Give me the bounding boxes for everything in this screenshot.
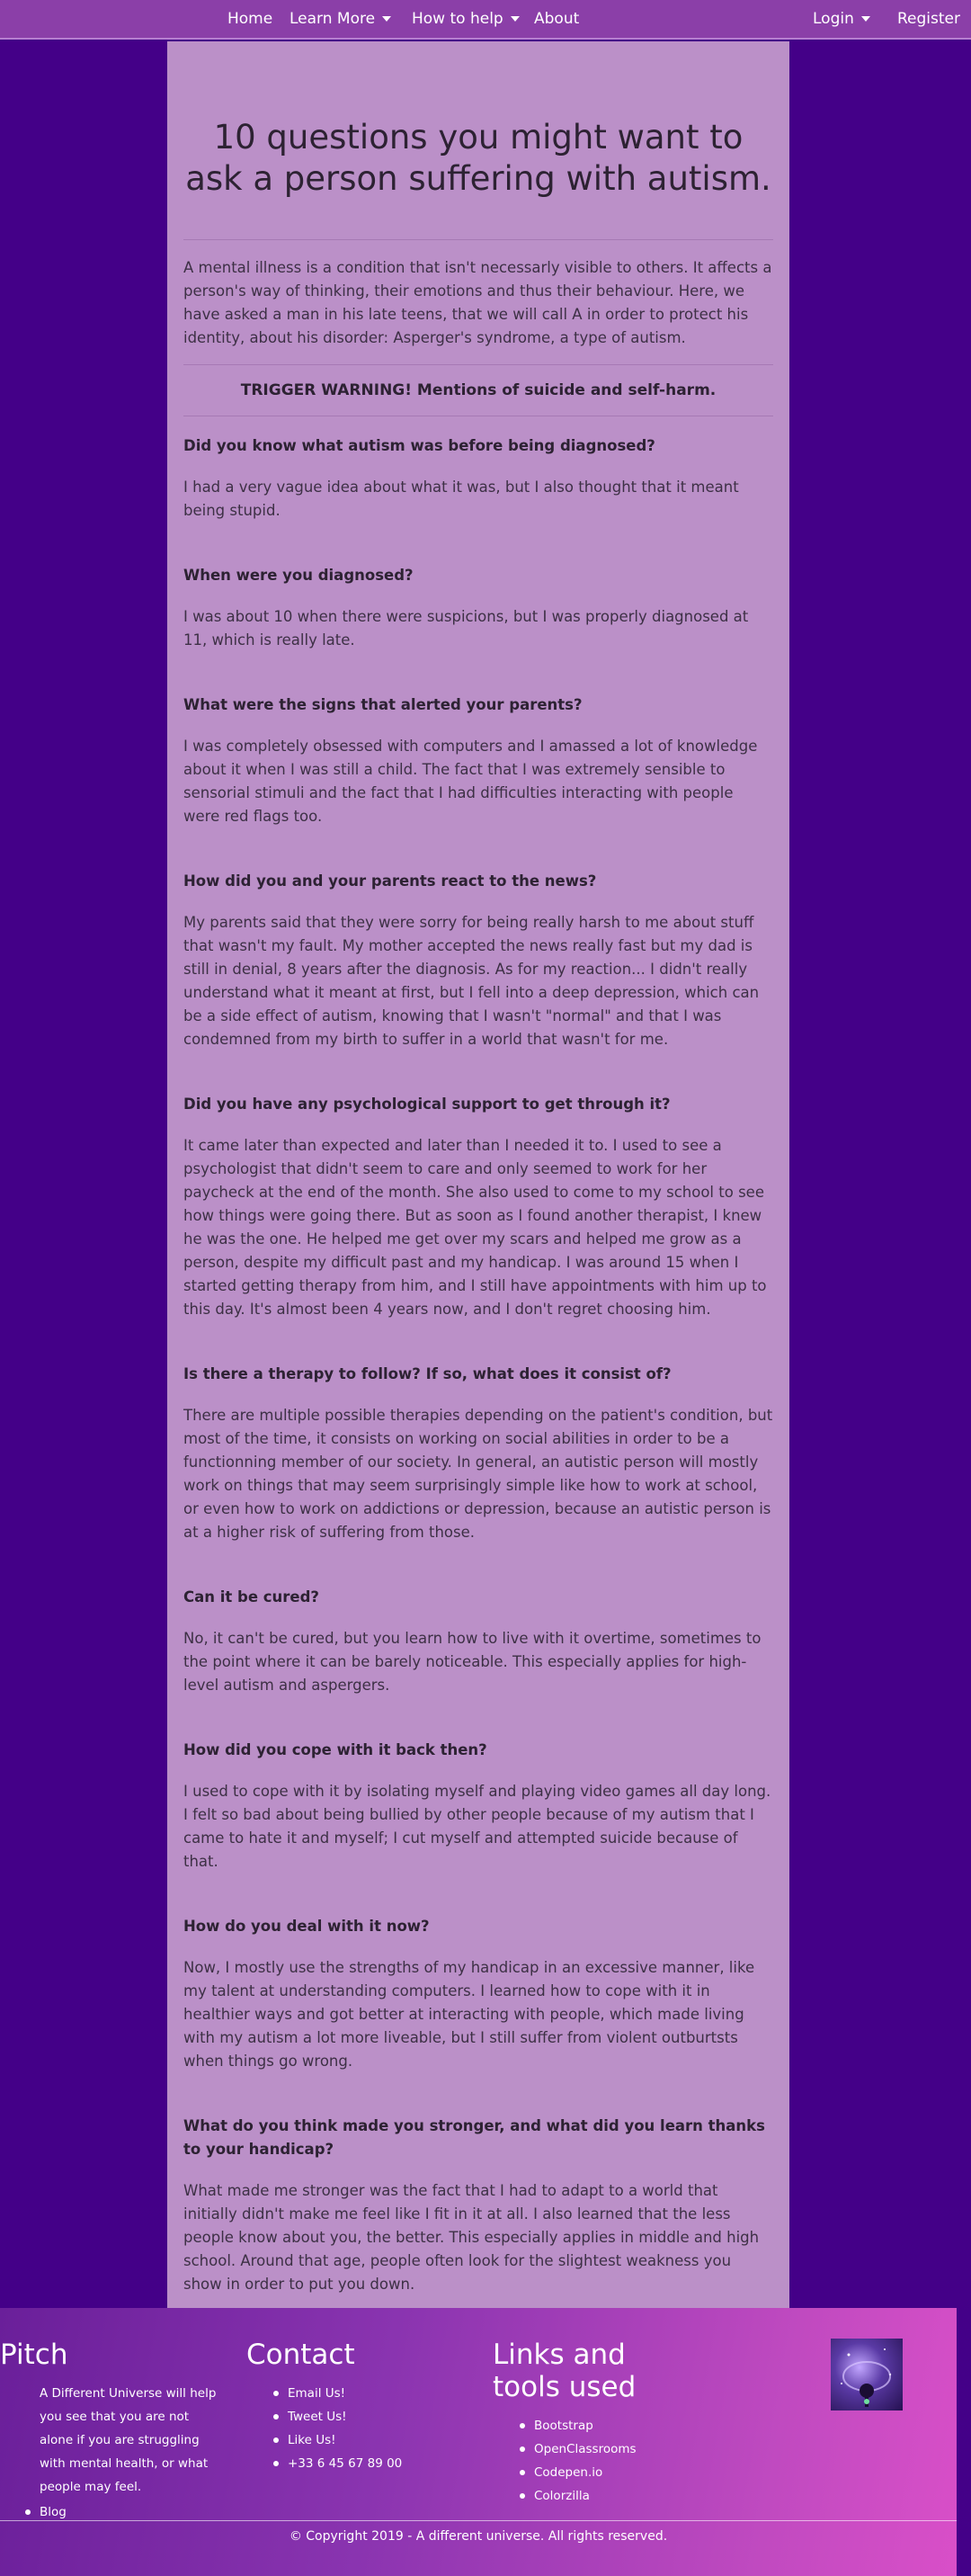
qa-item: Did you have any psychological support t… bbox=[183, 1093, 773, 1321]
galaxy-icon bbox=[841, 2348, 892, 2407]
footer-pitch-column: Pitch A Different Universe will help you… bbox=[0, 2339, 225, 2524]
divider bbox=[183, 364, 773, 365]
nav-login-label: Login bbox=[813, 10, 854, 28]
qa-answer: My parents said that they were sorry for… bbox=[183, 914, 760, 1048]
qa-item: Can it be cured? No, it can't be cured, b… bbox=[183, 1586, 773, 1697]
qa-answer: No, it can't be cured, but you learn how… bbox=[183, 1630, 762, 1694]
qa-question: Can it be cured? bbox=[183, 1588, 320, 1606]
universe-logo-image bbox=[831, 2339, 903, 2411]
qa-list: Did you know what autism was before bein… bbox=[183, 434, 773, 2296]
qa-item: Did you know what autism was before bein… bbox=[183, 434, 773, 523]
trigger-warning: TRIGGER WARNING! Mentions of suicide and… bbox=[240, 381, 717, 399]
qa-answer: What made me stronger was the fact that … bbox=[183, 2182, 760, 2293]
footer-link-item[interactable]: Bootstrap bbox=[520, 2414, 699, 2437]
nav-about-link[interactable]: About bbox=[534, 0, 579, 38]
qa-item: What were the signs that alerted your pa… bbox=[183, 693, 773, 828]
qa-answer: It came later than expected and later th… bbox=[183, 1137, 767, 1318]
copyright-text: © Copyright 2019 - A different universe.… bbox=[289, 2529, 668, 2544]
qa-question: When were you diagnosed? bbox=[183, 567, 414, 584]
qa-answer: I was completely obsessed with computers… bbox=[183, 738, 758, 825]
qa-question: How did you cope with it back then? bbox=[183, 1741, 487, 1758]
qa-answer: Now, I mostly use the strengths of my ha… bbox=[183, 1959, 755, 2070]
article-title: 10 questions you might want to ask a per… bbox=[185, 118, 771, 198]
nav-home-link[interactable]: Home bbox=[227, 0, 272, 38]
footer-contact-item[interactable]: +33 6 45 67 89 00 bbox=[273, 2452, 471, 2475]
qa-question: How do you deal with it now? bbox=[183, 1918, 430, 1935]
footer-contact-item[interactable]: Email Us! bbox=[273, 2382, 471, 2405]
qa-item: How did you and your parents react to th… bbox=[183, 870, 773, 1051]
qa-answer: There are multiple possible therapies de… bbox=[183, 1407, 773, 1541]
caret-down-icon bbox=[382, 16, 392, 22]
nav-register-link[interactable]: Register bbox=[897, 0, 960, 38]
qa-item: How did you cope with it back then? I use… bbox=[183, 1739, 773, 1874]
qa-question: How did you and your parents react to th… bbox=[183, 872, 597, 890]
qa-item: How do you deal with it now? Now, I mostl… bbox=[183, 1915, 773, 2073]
nav-how-to-help-dropdown[interactable]: How to help bbox=[412, 0, 520, 38]
footer-links-title: Links and tools used bbox=[493, 2339, 637, 2403]
qa-item: When were you diagnosed? I was about 10 w… bbox=[183, 564, 773, 652]
qa-answer: I had a very vague idea about what it wa… bbox=[183, 479, 739, 519]
caret-down-icon bbox=[510, 16, 520, 22]
qa-item: What do you think made you stronger, and… bbox=[183, 2115, 773, 2296]
qa-question: Is there a therapy to follow? If so, wha… bbox=[183, 1365, 672, 1382]
footer-contact-item[interactable]: Like Us! bbox=[273, 2428, 471, 2452]
article-intro: A mental illness is a condition that isn… bbox=[183, 259, 772, 346]
footer-pitch-text: A Different Universe will help you see t… bbox=[40, 2386, 217, 2494]
footer-contact-title: Contact bbox=[246, 2339, 355, 2371]
nav-learn-more-label: Learn More bbox=[290, 10, 376, 28]
nav-login-dropdown[interactable]: Login bbox=[813, 0, 870, 38]
footer-links-column: Links and tools used Bootstrap OpenClass… bbox=[493, 2339, 699, 2508]
qa-item: Is there a therapy to follow? If so, wha… bbox=[183, 1363, 773, 1544]
footer-divider bbox=[0, 2520, 957, 2521]
qa-question: What were the signs that alerted your pa… bbox=[183, 696, 583, 713]
divider bbox=[183, 239, 773, 240]
qa-question: Did you have any psychological support t… bbox=[183, 1096, 671, 1113]
qa-answer: I was about 10 when there were suspicion… bbox=[183, 608, 749, 648]
top-navbar: Home Learn More How to help About Login … bbox=[0, 0, 971, 40]
site-footer: Pitch A Different Universe will help you… bbox=[0, 2308, 957, 2576]
qa-answer: I used to cope with it by isolating myse… bbox=[183, 1783, 771, 1870]
footer-contact-column: Contact Email Us! Tweet Us! Like Us! +33… bbox=[246, 2339, 471, 2475]
article-panel: 10 questions you might want to ask a per… bbox=[167, 41, 789, 2468]
nav-learn-more-dropdown[interactable]: Learn More bbox=[290, 0, 392, 38]
footer-link-item[interactable]: Codepen.io bbox=[520, 2461, 699, 2484]
qa-question: Did you know what autism was before bein… bbox=[183, 437, 655, 454]
nav-how-to-help-label: How to help bbox=[412, 10, 503, 28]
footer-pitch-title: Pitch bbox=[0, 2339, 68, 2371]
qa-question: What do you think made you stronger, and… bbox=[183, 2117, 765, 2158]
footer-link-item[interactable]: Colorzilla bbox=[520, 2484, 699, 2508]
caret-down-icon bbox=[860, 16, 870, 22]
footer-link-item[interactable]: OpenClassrooms bbox=[520, 2437, 699, 2461]
footer-contact-item[interactable]: Tweet Us! bbox=[273, 2405, 471, 2428]
